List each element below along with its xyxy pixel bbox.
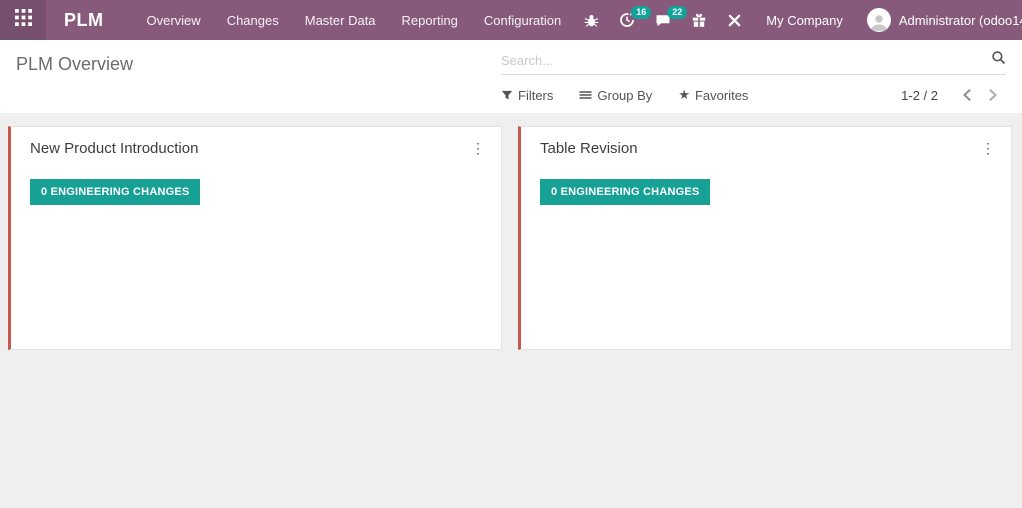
pager: 1-2 / 2 <box>901 87 1006 103</box>
user-name: Administrator (odoo14_e) <box>898 12 1022 28</box>
menu-item-changes[interactable]: Changes <box>214 0 292 40</box>
menu-item-overview[interactable]: Overview <box>134 0 214 40</box>
search-input[interactable] <box>501 52 991 68</box>
kanban-card-table-revision: Table Revision ⋮ 0 Engineering Changes <box>518 126 1012 350</box>
menu-item-reporting[interactable]: Reporting <box>389 0 471 40</box>
tools-button[interactable] <box>717 0 752 40</box>
pager-previous-button[interactable] <box>954 87 980 103</box>
engineering-changes-button[interactable]: 0 Engineering Changes <box>540 179 711 205</box>
kanban-view: New Product Introduction ⋮ 0 Engineering… <box>0 113 1022 506</box>
card-title: New Product Introduction <box>30 140 199 157</box>
favorites-star-icon: ★ <box>678 87 690 102</box>
card-kebab-menu-icon[interactable]: ⋮ <box>977 139 999 157</box>
crossed-tools-icon <box>727 13 742 28</box>
user-menu-button[interactable]: Administrator (odoo14_e) <box>857 0 1022 40</box>
apps-menu-button[interactable] <box>0 0 46 40</box>
bug-icon <box>584 13 599 28</box>
search-icon[interactable] <box>991 50 1006 70</box>
search-box <box>501 50 1006 75</box>
menu-item-master-data[interactable]: Master Data <box>292 0 389 40</box>
company-switcher[interactable]: My Company <box>752 13 857 28</box>
card-kebab-menu-icon[interactable]: ⋮ <box>467 139 489 157</box>
group-by-button[interactable]: Group By <box>579 88 652 103</box>
menu-item-configuration[interactable]: Configuration <box>471 0 574 40</box>
debug-bug-button[interactable] <box>574 0 609 40</box>
filters-label: Filters <box>518 87 554 103</box>
filters-button[interactable]: Filters <box>501 88 553 103</box>
filter-funnel-icon <box>501 89 513 101</box>
favorites-button[interactable]: ★ Favorites <box>678 88 748 103</box>
pager-next-button[interactable] <box>980 87 1006 103</box>
control-panel: PLM Overview Filters <box>0 40 1022 113</box>
top-navbar: PLM Overview Changes Master Data Reporti… <box>0 0 1022 40</box>
apps-grid-icon <box>14 9 32 31</box>
systray: 16 22 My Company Administrator (odoo1 <box>574 0 1022 40</box>
gift-button[interactable] <box>681 0 717 40</box>
group-by-bars-icon <box>579 89 592 101</box>
pager-range: 1-2 / 2 <box>901 87 938 103</box>
breadcrumb: PLM Overview <box>16 54 134 74</box>
activities-button[interactable]: 16 <box>609 0 652 40</box>
avatar <box>866 8 891 32</box>
gift-icon <box>691 12 707 28</box>
favorites-label: Favorites <box>694 87 749 103</box>
engineering-changes-button[interactable]: 0 Engineering Changes <box>30 179 201 205</box>
kanban-card-new-product-introduction: New Product Introduction ⋮ 0 Engineering… <box>8 126 502 350</box>
group-by-label: Group By <box>597 87 653 103</box>
main-menu: Overview Changes Master Data Reporting C… <box>134 0 575 40</box>
card-title: Table Revision <box>540 140 638 157</box>
messages-button[interactable]: 22 <box>645 0 688 40</box>
app-title[interactable]: PLM <box>64 10 104 31</box>
